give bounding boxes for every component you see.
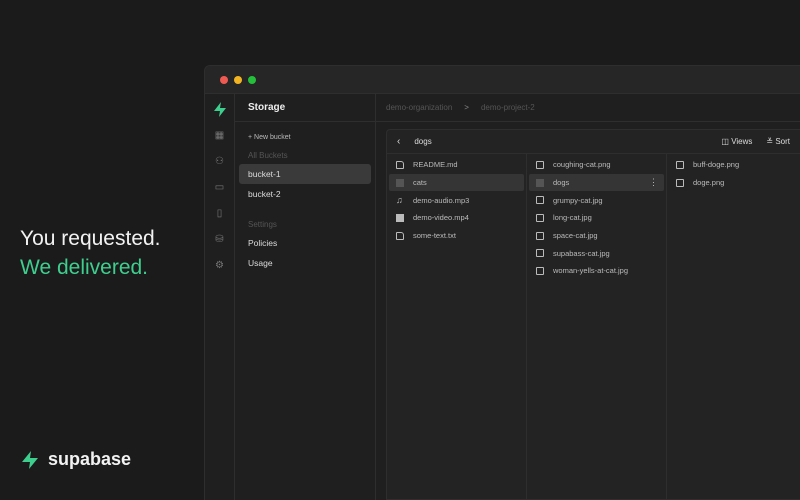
- breadcrumb: demo-organization > demo-project-2: [376, 94, 800, 122]
- table-icon[interactable]: ▦: [213, 128, 227, 143]
- image-icon: [536, 266, 544, 275]
- list-item[interactable]: grumpy-cat.jpg: [529, 191, 664, 209]
- new-bucket-button[interactable]: + New bucket: [248, 134, 362, 141]
- list-item[interactable]: some-text.txt: [389, 227, 524, 245]
- item-name: cats: [413, 178, 427, 188]
- list-item[interactable]: buff-doge.png: [669, 156, 798, 174]
- main-area: demo-organization > demo-project-2 ‹ dog…: [376, 94, 800, 500]
- sidebar-title: Storage: [235, 94, 375, 122]
- image-icon: [676, 160, 684, 169]
- list-item[interactable]: space-cat.jpg: [529, 227, 664, 245]
- gear-icon[interactable]: ⚙: [213, 258, 227, 273]
- settings-label: Settings: [248, 220, 277, 229]
- video-icon: [396, 213, 404, 222]
- list-item[interactable]: woman-yells-at-cat.jpg: [529, 262, 664, 280]
- file-explorer: ‹ dogs ◫ Views ≚ Sort README.md cats ♫ demo…: [386, 129, 800, 500]
- image-icon: [676, 178, 684, 187]
- app-window: ▦ ⚇ ▭ ▯ ⛁ ⚙ Storage + New bucket All Buc…: [204, 65, 800, 500]
- image-icon: [536, 249, 544, 258]
- item-name: demo-audio.mp3: [413, 195, 470, 205]
- database-icon[interactable]: ⛁: [213, 232, 227, 247]
- item-name: buff-doge.png: [693, 160, 740, 170]
- current-path: dogs: [414, 137, 432, 146]
- list-item[interactable]: dogs ⋮: [529, 173, 664, 192]
- views-button[interactable]: ◫ Views: [721, 137, 752, 146]
- document-icon[interactable]: ▯: [213, 206, 227, 221]
- bolt-icon[interactable]: [213, 102, 227, 117]
- title-bar: [205, 66, 800, 94]
- all-buckets-label: All Buckets: [248, 151, 288, 160]
- music-icon: ♫: [396, 195, 403, 206]
- item-name: grumpy-cat.jpg: [553, 195, 603, 205]
- chevron-right-icon: >: [464, 103, 469, 112]
- explorer-column: buff-doge.png doge.png: [667, 154, 800, 499]
- bucket-item[interactable]: bucket-1: [239, 164, 371, 184]
- file-icon: [396, 160, 404, 169]
- new-bucket-label: New bucket: [254, 134, 291, 141]
- maximize-button[interactable]: [248, 75, 256, 84]
- brand-name: supabase: [48, 449, 132, 469]
- list-item[interactable]: demo-video.mp4: [389, 209, 524, 227]
- item-name: demo-video.mp4: [413, 213, 469, 223]
- terminal-icon[interactable]: ▭: [213, 180, 227, 195]
- item-name: dogs: [553, 178, 570, 188]
- image-icon: [536, 196, 544, 205]
- image-icon: [536, 231, 544, 240]
- item-name: woman-yells-at-cat.jpg: [553, 266, 629, 276]
- list-item[interactable]: supabass-cat.jpg: [529, 244, 664, 262]
- icon-rail: ▦ ⚇ ▭ ▯ ⛁ ⚙: [205, 94, 235, 500]
- folder-icon: [536, 178, 544, 187]
- list-item[interactable]: doge.png: [669, 174, 798, 192]
- image-icon: [536, 213, 544, 222]
- list-item[interactable]: long-cat.jpg: [529, 209, 664, 227]
- minimize-button[interactable]: [234, 75, 242, 84]
- sort-icon: ≚: [766, 137, 776, 146]
- explorer-columns: README.md cats ♫ demo-audio.mp3 demo-video.m…: [387, 154, 800, 499]
- list-item[interactable]: README.md: [389, 156, 524, 174]
- close-button[interactable]: [220, 75, 228, 84]
- hero-text: You requested. We delivered.: [20, 224, 161, 282]
- columns-icon: ◫: [721, 137, 732, 146]
- settings-item-usage[interactable]: Usage: [239, 253, 371, 273]
- list-item[interactable]: ♫ demo-audio.mp3: [389, 191, 524, 209]
- settings-item-policies[interactable]: Policies: [239, 233, 371, 253]
- bucket-item[interactable]: bucket-2: [239, 184, 371, 204]
- image-icon: [536, 160, 544, 169]
- item-name: some-text.txt: [413, 231, 456, 241]
- back-button[interactable]: ‹: [397, 136, 400, 147]
- item-name: long-cat.jpg: [553, 213, 592, 223]
- list-item[interactable]: coughing-cat.png: [529, 156, 664, 174]
- hero-line-2: We delivered.: [20, 256, 149, 279]
- breadcrumb-org[interactable]: demo-organization: [386, 103, 452, 112]
- sort-label: Sort: [775, 137, 790, 146]
- users-icon[interactable]: ⚇: [213, 154, 227, 169]
- bolt-icon: [22, 450, 38, 469]
- item-name: README.md: [413, 160, 458, 170]
- sort-button[interactable]: ≚ Sort: [766, 137, 790, 146]
- explorer-column: coughing-cat.png dogs ⋮ grumpy-cat.jpg long-…: [527, 154, 667, 499]
- item-name: space-cat.jpg: [553, 231, 598, 241]
- explorer-toolbar: ‹ dogs ◫ Views ≚ Sort: [387, 130, 800, 154]
- more-options-icon[interactable]: ⋮: [649, 177, 658, 188]
- hero-line-1: You requested.: [20, 227, 161, 250]
- supabase-logo: supabase: [20, 449, 131, 470]
- breadcrumb-project[interactable]: demo-project-2: [481, 103, 535, 112]
- list-item[interactable]: cats: [389, 173, 524, 192]
- explorer-column: README.md cats ♫ demo-audio.mp3 demo-video.m…: [387, 154, 527, 499]
- file-icon: [396, 231, 404, 240]
- storage-sidebar: Storage + New bucket All Buckets bucket-…: [235, 94, 376, 500]
- item-name: coughing-cat.png: [553, 160, 611, 170]
- views-label: Views: [731, 137, 753, 146]
- item-name: doge.png: [693, 178, 725, 188]
- item-name: supabass-cat.jpg: [553, 248, 610, 258]
- folder-icon: [396, 178, 404, 187]
